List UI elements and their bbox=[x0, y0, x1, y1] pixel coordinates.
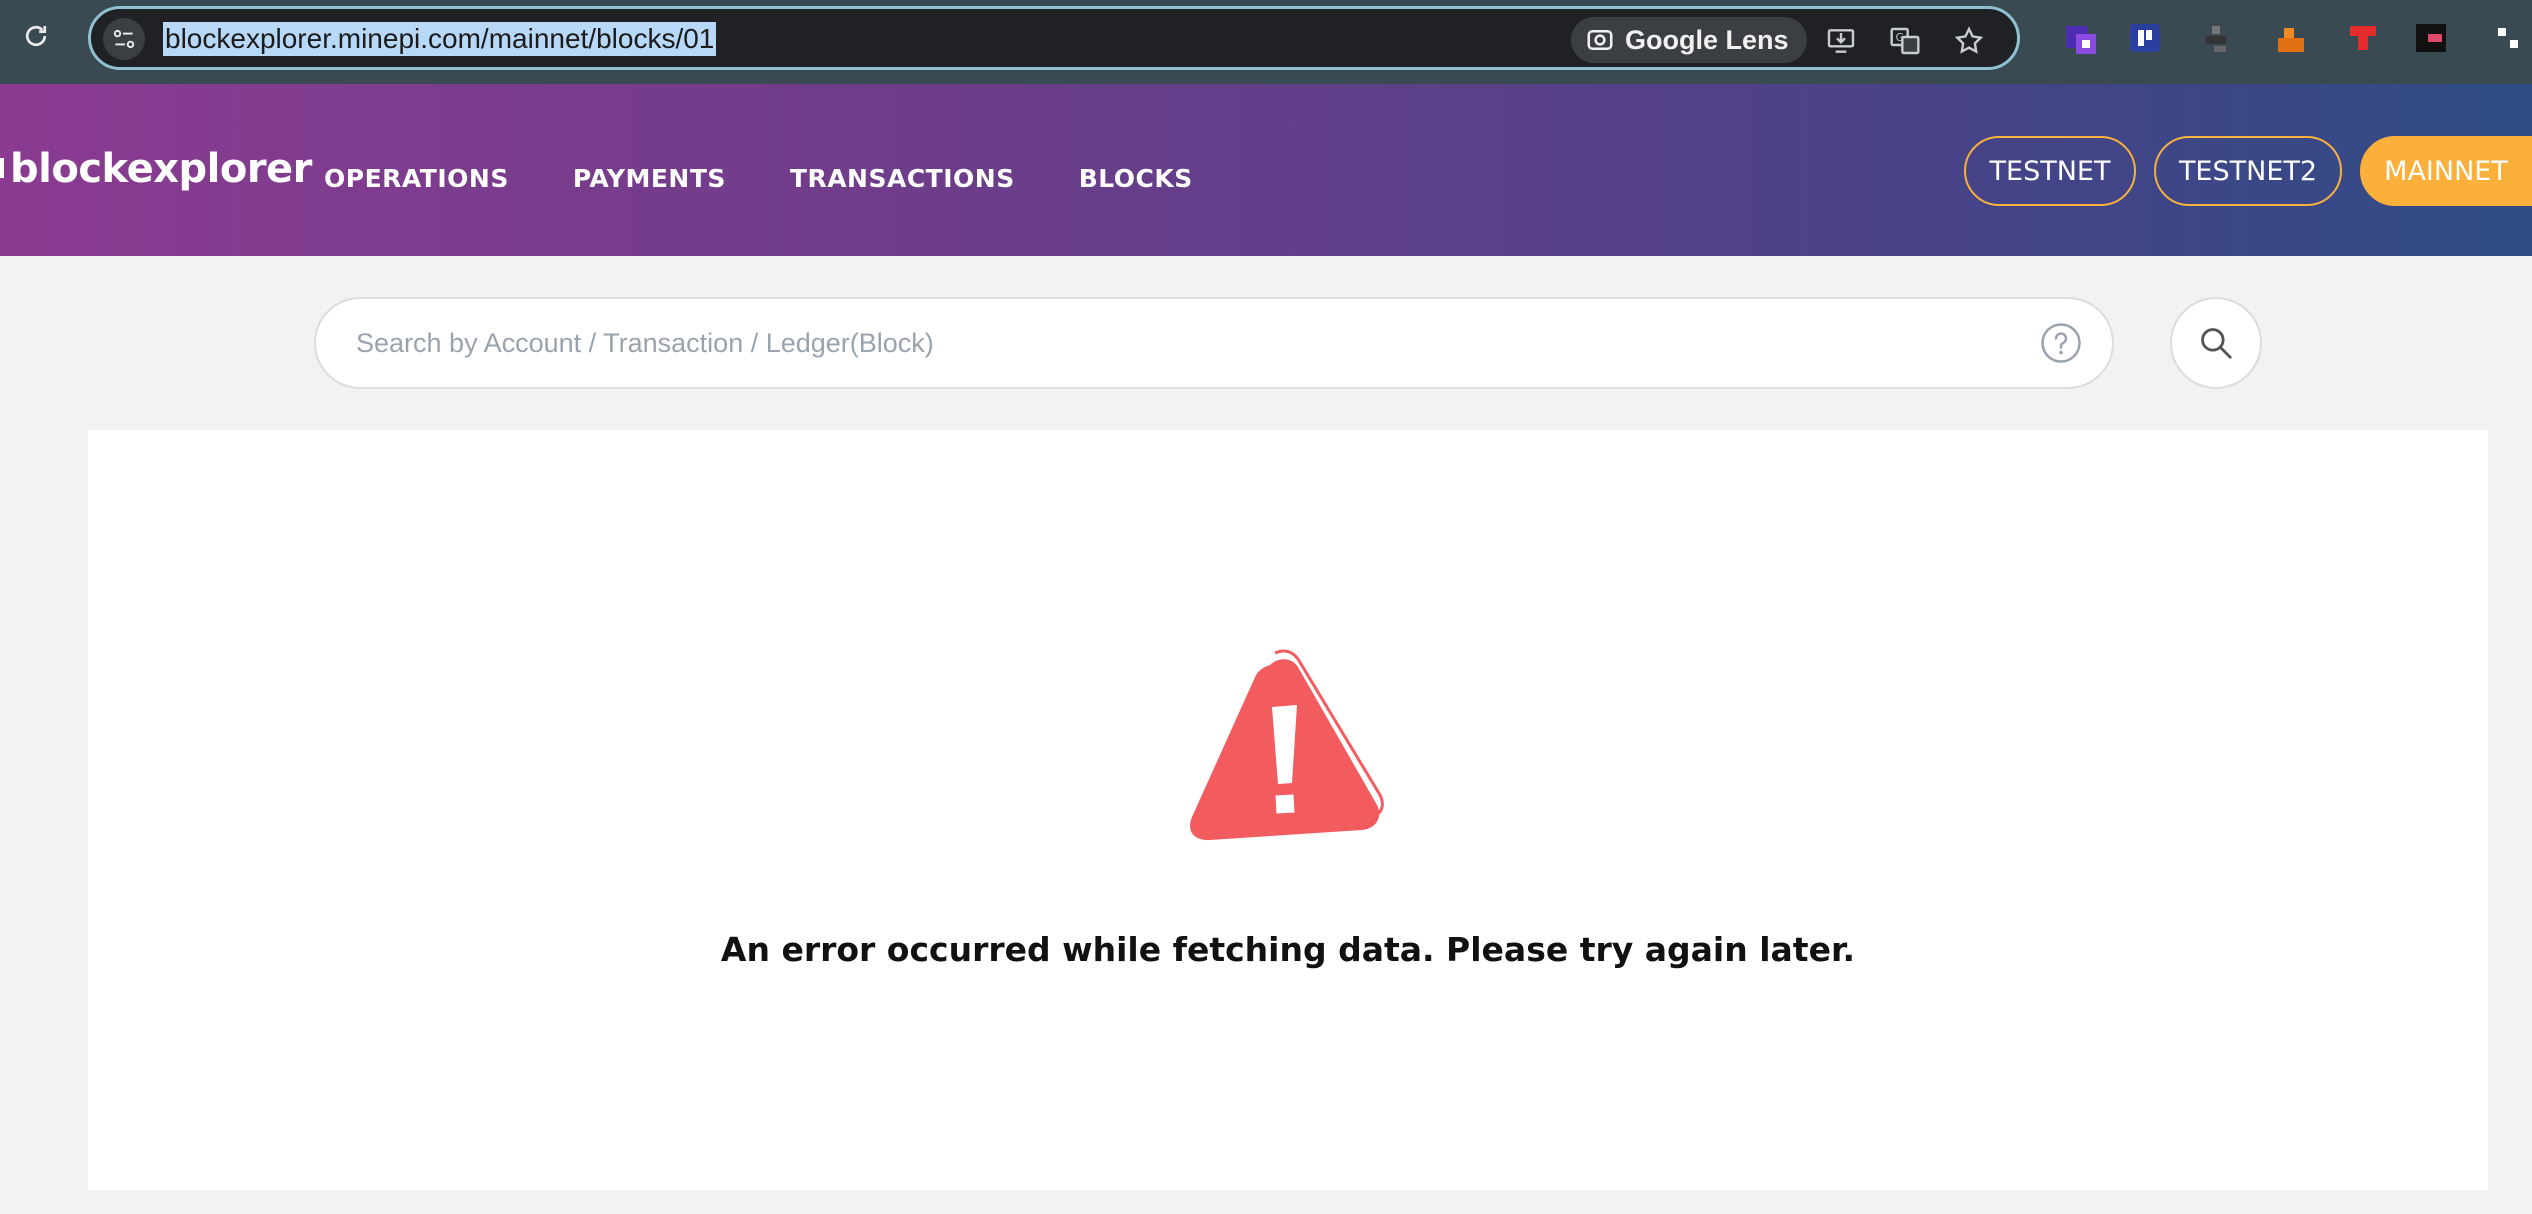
main-nav: OPERATIONS PAYMENTS TRANSACTIONS BLOCKS bbox=[324, 164, 1193, 193]
mainnet-button[interactable]: MAINNET bbox=[2360, 136, 2532, 206]
lens-icon bbox=[1587, 30, 1613, 50]
help-icon[interactable] bbox=[2040, 322, 2082, 364]
testnet-button[interactable]: TESTNET bbox=[1964, 136, 2136, 206]
nav-operations[interactable]: OPERATIONS bbox=[324, 164, 509, 193]
bookmark-star-icon[interactable] bbox=[1949, 21, 1989, 61]
url-text[interactable]: blockexplorer.minepi.com/mainnet/blocks/… bbox=[163, 22, 717, 56]
warning-icon bbox=[1190, 649, 1384, 841]
address-bar[interactable]: blockexplorer.minepi.com/mainnet/blocks/… bbox=[88, 6, 2020, 70]
nav-payments[interactable]: PAYMENTS bbox=[573, 164, 726, 193]
nav-transactions[interactable]: TRANSACTIONS bbox=[790, 164, 1015, 193]
search-bar bbox=[314, 297, 2114, 389]
site-header: blockexplorer OPERATIONS PAYMENTS TRANSA… bbox=[0, 84, 2532, 256]
reload-icon[interactable] bbox=[18, 18, 54, 54]
google-lens-label: Google Lens bbox=[1625, 24, 1789, 55]
site-info-icon[interactable] bbox=[103, 18, 145, 60]
extension-purple-icon[interactable] bbox=[2062, 20, 2098, 56]
extension-gray-icon[interactable] bbox=[2200, 20, 2236, 56]
extension-menu-icon[interactable] bbox=[2490, 20, 2526, 56]
search-input[interactable] bbox=[356, 299, 1996, 387]
brand-logo-edge bbox=[0, 158, 4, 178]
search-button[interactable] bbox=[2170, 297, 2262, 389]
google-lens-button[interactable]: Google Lens bbox=[1571, 17, 1807, 63]
svg-text:G: G bbox=[1896, 31, 1904, 44]
browser-toolbar: blockexplorer.minepi.com/mainnet/blocks/… bbox=[0, 0, 2532, 84]
nav-blocks[interactable]: BLOCKS bbox=[1079, 164, 1193, 193]
translate-icon[interactable]: G bbox=[1885, 21, 1925, 61]
brand-logo[interactable]: blockexplorer bbox=[10, 146, 312, 192]
extension-red-icon[interactable] bbox=[2346, 20, 2382, 56]
install-app-icon[interactable] bbox=[1821, 21, 1861, 61]
error-message: An error occurred while fetching data. P… bbox=[720, 930, 1856, 969]
testnet2-button[interactable]: TESTNET2 bbox=[2154, 136, 2342, 206]
extension-blue-icon[interactable] bbox=[2128, 20, 2164, 56]
extension-dark-icon[interactable] bbox=[2414, 20, 2450, 56]
extension-orange-icon[interactable] bbox=[2274, 20, 2310, 56]
search-icon bbox=[2201, 328, 2232, 359]
